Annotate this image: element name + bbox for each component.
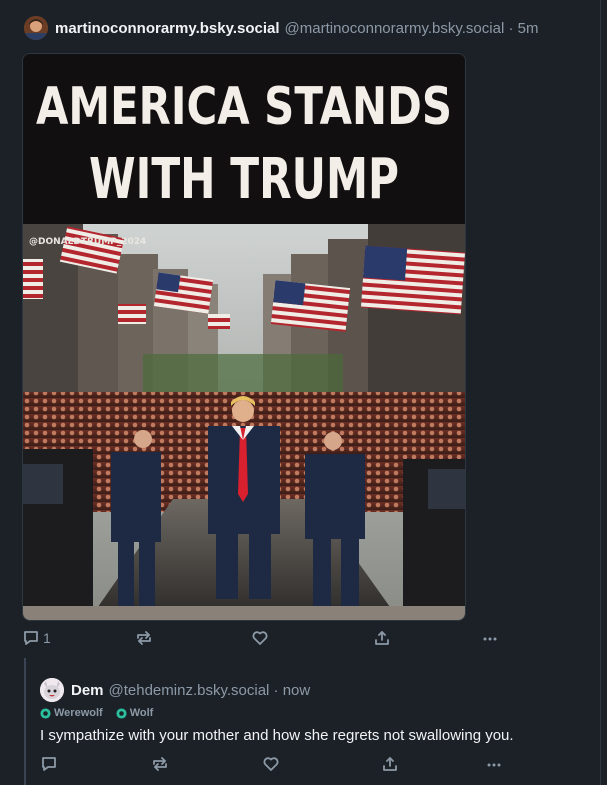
more-options-button[interactable]: [481, 627, 499, 649]
reply-icon: [22, 629, 40, 647]
author-handle-timestamp[interactable]: @martinoconnorarmy.bsky.social · 5m: [285, 20, 539, 37]
repost-icon: [151, 755, 169, 773]
share-icon: [381, 755, 399, 773]
more-options-button[interactable]: [485, 754, 503, 774]
share-button[interactable]: [381, 754, 399, 774]
label-badge[interactable]: Wolf: [116, 707, 154, 719]
repost-button[interactable]: [135, 627, 153, 649]
reply-labels: Werewolf Wolf: [40, 707, 153, 719]
repost-button[interactable]: [151, 754, 169, 774]
reply-header: Dem @tehdeminz.bsky.social · now: [40, 678, 310, 702]
label-text: Werewolf: [54, 707, 103, 719]
reply-button[interactable]: [40, 754, 58, 774]
repost-icon: [135, 629, 153, 647]
label-badge-icon: [116, 707, 127, 719]
share-button[interactable]: [373, 627, 391, 649]
label-text: Wolf: [129, 707, 154, 719]
more-icon: [481, 629, 499, 647]
post-actions: 1: [22, 627, 502, 649]
reply-author-handle-timestamp[interactable]: @tehdeminz.bsky.social · now: [109, 682, 311, 699]
reply-actions: [40, 754, 510, 774]
reply-button[interactable]: 1: [22, 627, 51, 649]
label-badge[interactable]: Werewolf: [40, 707, 103, 719]
author-name[interactable]: martinoconnorarmy.bsky.social: [55, 20, 280, 37]
reply-post: Dem @tehdeminz.bsky.social · now Werewol…: [24, 658, 602, 785]
reply-author-name[interactable]: Dem: [71, 682, 104, 699]
share-icon: [373, 629, 391, 647]
reply-avatar[interactable]: [40, 678, 64, 702]
like-icon: [251, 629, 269, 647]
post-header: martinoconnorarmy.bsky.social @martinoco…: [24, 16, 538, 40]
image-headline-line1: AMERICA STANDS: [36, 77, 452, 137]
avatar[interactable]: [24, 16, 48, 40]
image-watermark: @DONALDTRUMP_2024: [29, 237, 146, 247]
label-badge-icon: [40, 707, 51, 719]
reply-icon: [40, 755, 58, 773]
image-headline-line2: WITH TRUMP: [89, 147, 399, 212]
post-image[interactable]: AMERICA STANDS WITH TRUMP @DONALDTRUMP_2…: [22, 53, 466, 621]
reply-count: 1: [43, 630, 51, 646]
more-icon: [485, 755, 503, 773]
like-button[interactable]: [251, 627, 269, 649]
reply-text: I sympathize with your mother and how sh…: [40, 727, 514, 744]
like-icon: [262, 755, 280, 773]
like-button[interactable]: [262, 754, 280, 774]
